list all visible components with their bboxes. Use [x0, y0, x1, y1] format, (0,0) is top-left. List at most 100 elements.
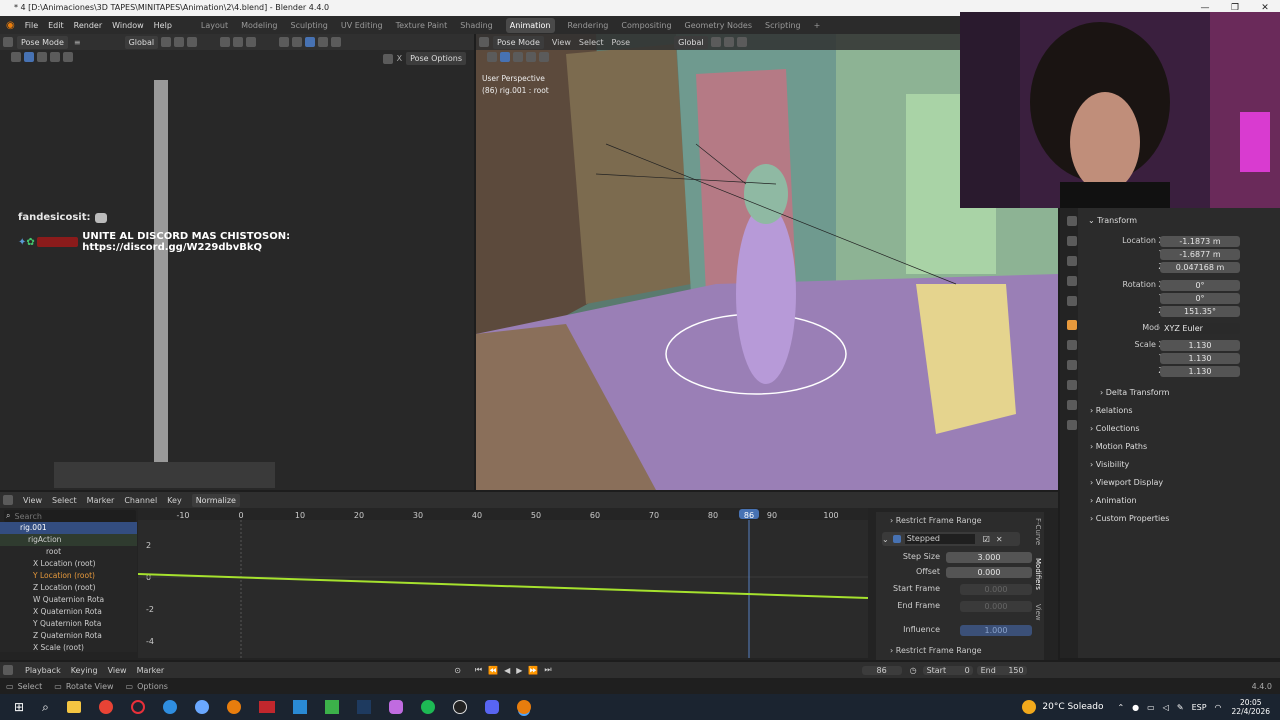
delta-transform-section[interactable]: › Delta Transform	[1100, 388, 1169, 397]
location-z-field[interactable]: 0.047168 m	[1160, 262, 1240, 273]
visibility-section[interactable]: › Visibility	[1090, 460, 1129, 469]
restrict-frame-range-bottom[interactable]: › Restrict Frame Range	[890, 646, 982, 655]
transform-icon[interactable]	[382, 53, 393, 64]
select-tool-icon[interactable]	[11, 52, 21, 62]
blender-taskbar-icon[interactable]	[226, 700, 241, 714]
chrome-icon[interactable]	[98, 700, 113, 714]
chevron-down-icon[interactable]: ⌄	[882, 535, 889, 544]
keying-menu[interactable]: Keying	[71, 666, 98, 675]
xray-icon[interactable]	[279, 37, 290, 47]
overlay-icon[interactable]	[246, 37, 257, 47]
pen-icon[interactable]: ✎	[1177, 703, 1184, 712]
end-frame-label[interactable]: End 150	[976, 665, 1027, 675]
visibility-icon[interactable]	[220, 37, 231, 47]
snap-icon[interactable]	[174, 37, 185, 47]
photoshop-icon[interactable]	[292, 700, 307, 714]
pose-options-dropdown[interactable]: Pose Options	[406, 52, 466, 65]
tab-shading[interactable]: Shading	[460, 21, 493, 30]
current-frame-field[interactable]: 86	[861, 665, 902, 675]
select-mode-icon-3[interactable]	[63, 52, 73, 62]
scale-x-field[interactable]: 1.130	[1160, 340, 1240, 351]
menu-file[interactable]: File	[25, 21, 38, 30]
prev-key-icon[interactable]: ⏪	[488, 666, 498, 675]
current-frame-indicator[interactable]: 86	[744, 511, 754, 520]
mic-icon[interactable]: ●	[1132, 703, 1139, 712]
channel-z-location[interactable]: Z Location (root)	[0, 582, 137, 594]
tab-rendering[interactable]: Rendering	[568, 21, 609, 30]
channel-y-quaternion[interactable]: Y Quaternion Rota	[0, 618, 137, 630]
shading-solid-icon[interactable]	[305, 37, 316, 47]
menu-render[interactable]: Render	[74, 21, 102, 30]
viewport-orientation-dropdown[interactable]: Global	[674, 35, 708, 49]
location-y-field[interactable]: -1.6877 m	[1160, 249, 1240, 260]
spotify-icon[interactable]	[420, 700, 435, 714]
playback-menu[interactable]: Playback	[25, 666, 61, 675]
influence-field[interactable]: 1.000	[960, 625, 1032, 636]
timeline-marker-menu[interactable]: Marker	[137, 666, 165, 675]
graph-editor[interactable]: View Select Marker Channel Key Normalize…	[0, 492, 1058, 660]
jump-start-icon[interactable]: ⏮	[475, 665, 482, 675]
weather-icon[interactable]	[1022, 700, 1037, 714]
v-app-icon[interactable]	[356, 700, 371, 714]
viewport-pose-menu[interactable]: Pose	[612, 38, 631, 47]
custom-properties-section[interactable]: › Custom Properties	[1090, 514, 1169, 523]
viewport-display-section[interactable]: › Viewport Display	[1090, 478, 1163, 487]
graph-key-menu[interactable]: Key	[167, 496, 182, 505]
add-workspace-button[interactable]: +	[814, 21, 821, 30]
tab-texture-paint[interactable]: Texture Paint	[396, 21, 448, 30]
tab-animation[interactable]: Animation	[505, 17, 555, 33]
obs-icon[interactable]	[452, 700, 467, 714]
network-icon[interactable]: ▭	[1147, 703, 1155, 712]
graph-editor-type-icon[interactable]	[3, 495, 13, 505]
discord-icon[interactable]	[484, 700, 499, 714]
opera-icon[interactable]	[130, 700, 145, 714]
blender-logo-icon[interactable]: ◉	[6, 20, 15, 31]
stopwatch-icon[interactable]: ◷	[910, 666, 917, 675]
channel-y-location[interactable]: Y Location (root)	[0, 570, 137, 582]
viewport-mode-icon[interactable]	[513, 52, 523, 62]
viewport-view-menu[interactable]: View	[552, 38, 571, 47]
graph-marker-menu[interactable]: Marker	[87, 496, 115, 505]
channel-rig[interactable]: rig.001	[0, 522, 137, 534]
video-app-icon[interactable]	[258, 701, 275, 713]
motion-paths-section[interactable]: › Motion Paths	[1090, 442, 1147, 451]
tab-modifiers[interactable]: Modifiers	[1034, 558, 1042, 590]
channel-search[interactable]: ⌕ Search	[4, 510, 136, 522]
channel-x-quaternion[interactable]: X Quaternion Rota	[0, 606, 137, 618]
tab-sculpting[interactable]: Sculpting	[291, 21, 328, 30]
gizmo-icon[interactable]	[233, 37, 244, 47]
transform-section[interactable]: ⌄ Transform	[1088, 216, 1137, 225]
rotation-z-field[interactable]: 151.35°	[1160, 306, 1240, 317]
volume-icon[interactable]: ◁	[1163, 703, 1169, 712]
language-indicator[interactable]: ESP	[1192, 703, 1207, 712]
tray-chevron-icon[interactable]: ⌃	[1117, 703, 1124, 712]
pivot-icon[interactable]	[161, 37, 172, 47]
modifier-delete-icon[interactable]: ✕	[996, 535, 1003, 544]
channel-x-location[interactable]: X Location (root)	[0, 558, 137, 570]
tab-view[interactable]: View	[1034, 604, 1042, 621]
jump-end-icon[interactable]: ⏭	[544, 665, 551, 675]
left-mode-dropdown[interactable]: Pose Mode	[17, 35, 68, 49]
channel-x-scale[interactable]: X Scale (root)	[0, 642, 137, 654]
gradient-app-icon[interactable]	[388, 700, 403, 714]
channel-z-quaternion[interactable]: Z Quaternion Rota	[0, 630, 137, 642]
rotation-y-field[interactable]: 0°	[1160, 293, 1240, 304]
start-frame-field[interactable]: 0.000	[960, 584, 1032, 595]
viewport-editor-icon[interactable]	[479, 37, 489, 47]
channel-search-input[interactable]: Search	[14, 512, 41, 521]
windows-start-icon[interactable]: ⊞	[14, 700, 24, 714]
relations-section[interactable]: › Relations	[1090, 406, 1133, 415]
channel-w-quaternion[interactable]: W Quaternion Rota	[0, 594, 137, 606]
select-mode-icon-2[interactable]	[50, 52, 60, 62]
left-viewport[interactable]: Pose Mode ≡ Global X Pose Options	[0, 34, 474, 490]
menu-edit[interactable]: Edit	[48, 21, 64, 30]
modifier-enable-checkbox[interactable]: ☑	[983, 535, 990, 544]
record-icon[interactable]: ⊙	[454, 666, 461, 675]
viewport-snap-icon[interactable]	[723, 37, 734, 47]
clock[interactable]: 20:05 22/4/2026	[1232, 698, 1270, 716]
timeline-view-menu[interactable]: View	[108, 666, 127, 675]
normalize-toggle[interactable]: Normalize	[191, 493, 240, 507]
wifi-icon[interactable]: ◠	[1215, 703, 1222, 712]
hamburger-icon[interactable]: ≡	[74, 38, 81, 47]
menu-help[interactable]: Help	[154, 21, 172, 30]
